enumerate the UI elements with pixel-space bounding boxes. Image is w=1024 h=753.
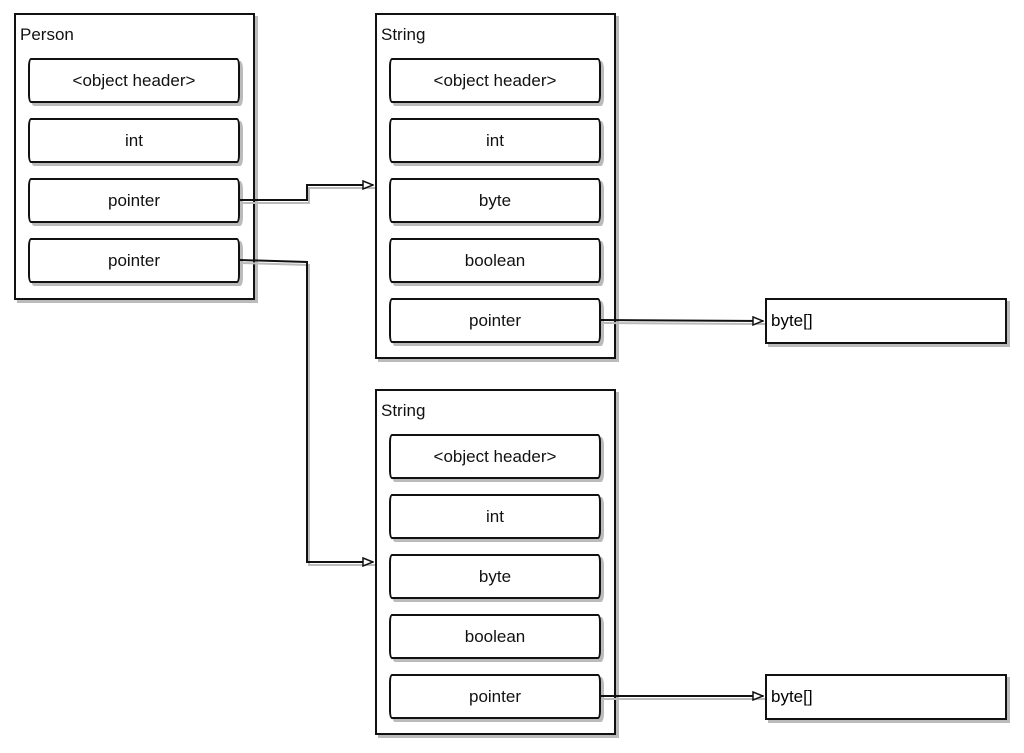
connectors <box>239 0 766 753</box>
arrow-string1-to-bytes <box>600 320 763 321</box>
arrow-person-to-string2 <box>239 259 373 562</box>
